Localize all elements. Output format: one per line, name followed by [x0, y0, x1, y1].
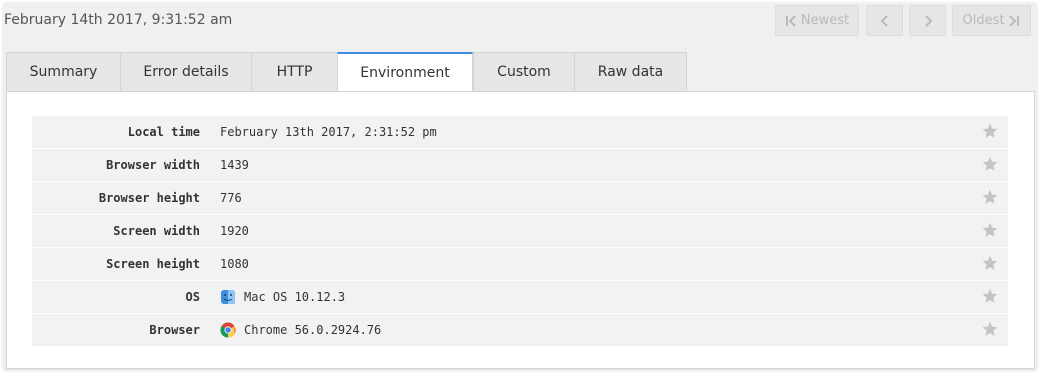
table-row: Browser Chrome 56.0.2924.76: [32, 314, 1008, 346]
row-key: Screen height: [106, 257, 200, 271]
newest-label: Newest: [800, 13, 850, 28]
row-key: Browser: [149, 323, 200, 337]
tab-custom[interactable]: Custom: [473, 52, 574, 92]
tab-bar: Summary Error details HTTP Environment C…: [6, 52, 687, 93]
row-value: 776: [220, 191, 242, 205]
star-icon[interactable]: [982, 288, 998, 304]
row-key: Screen width: [113, 224, 200, 238]
table-row: Local time February 13th 2017, 2:31:52 p…: [32, 116, 1008, 148]
first-page-icon: [785, 14, 796, 27]
tab-http[interactable]: HTTP: [251, 52, 337, 92]
newest-button[interactable]: Newest: [775, 5, 859, 36]
oldest-button[interactable]: Oldest: [952, 5, 1031, 36]
table-row: Screen width 1920: [32, 215, 1008, 247]
row-value: 1439: [220, 158, 249, 172]
row-key: Browser height: [98, 191, 200, 205]
table-row: Browser height 776: [32, 182, 1008, 214]
star-icon[interactable]: [982, 222, 998, 238]
oldest-label: Oldest: [962, 13, 1005, 28]
star-icon[interactable]: [982, 189, 998, 205]
row-key: OS: [185, 290, 200, 304]
last-page-icon: [1009, 14, 1020, 27]
tab-error-details[interactable]: Error details: [120, 52, 251, 92]
table-row: Screen height 1080: [32, 248, 1008, 280]
star-icon[interactable]: [982, 156, 998, 172]
error-card: February 14th 2017, 9:31:52 am Newest Ol…: [4, 3, 1036, 369]
row-value: Chrome 56.0.2924.76: [244, 323, 382, 337]
tab-raw-data[interactable]: Raw data: [574, 52, 687, 92]
row-key: Local time: [127, 125, 200, 139]
next-button[interactable]: [909, 5, 946, 36]
row-value: 1920: [220, 224, 249, 238]
row-value: February 13th 2017, 2:31:52 pm: [220, 125, 437, 139]
error-timestamp: February 14th 2017, 9:31:52 am: [4, 12, 233, 28]
table-row: Browser width 1439: [32, 149, 1008, 181]
row-value: 1080: [220, 257, 249, 271]
star-icon[interactable]: [982, 321, 998, 337]
star-icon[interactable]: [982, 123, 998, 139]
chrome-icon: [220, 322, 236, 338]
tab-environment[interactable]: Environment: [337, 52, 473, 93]
chevron-right-icon: [924, 14, 932, 27]
star-icon[interactable]: [982, 255, 998, 271]
row-value: Mac OS 10.12.3: [244, 290, 346, 304]
previous-button[interactable]: [866, 5, 903, 36]
table-row: OS Mac OS 10.12.3: [32, 281, 1008, 313]
environment-panel: Local time February 13th 2017, 2:31:52 p…: [6, 91, 1035, 369]
mac-finder-icon: [221, 290, 235, 304]
chevron-left-icon: [880, 14, 888, 27]
row-key: Browser width: [106, 158, 200, 172]
tab-summary[interactable]: Summary: [6, 52, 120, 92]
environment-table: Local time February 13th 2017, 2:31:52 p…: [32, 116, 1008, 347]
